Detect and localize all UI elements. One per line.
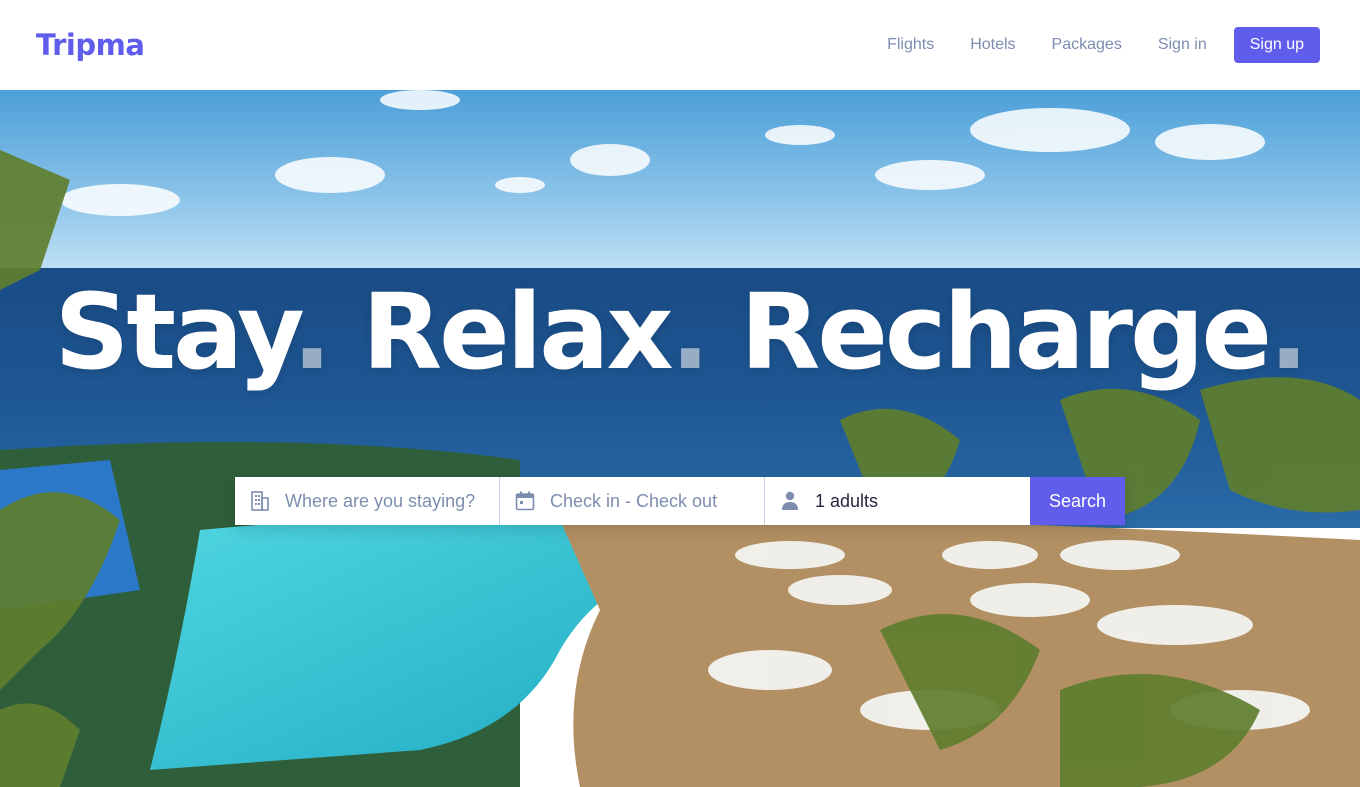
site-header: Tripma Flights Hotels Packages Sign in S… [0, 0, 1360, 90]
dates-input[interactable] [550, 490, 750, 512]
guests-field[interactable]: 1 adults [765, 477, 1030, 525]
calendar-icon [514, 490, 536, 512]
headline-dot: . [670, 271, 710, 393]
hero-headline: Stay. Relax. Recharge. [0, 280, 1360, 384]
nav-signin[interactable]: Sign in [1158, 36, 1207, 54]
headline-word-recharge: Recharge [740, 271, 1272, 393]
dates-field[interactable] [500, 477, 765, 525]
logo[interactable]: Tripma [36, 28, 145, 62]
nav-packages[interactable]: Packages [1052, 36, 1122, 54]
hero-background-image [0, 90, 1360, 787]
nav-flights[interactable]: Flights [887, 36, 934, 54]
signup-button[interactable]: Sign up [1233, 27, 1320, 63]
destination-field[interactable] [235, 477, 500, 525]
hero-section: Stay. Relax. Recharge. Where are you sta… [0, 90, 1360, 787]
person-icon [779, 490, 801, 512]
nav-hotels[interactable]: Hotels [970, 36, 1015, 54]
destination-input[interactable] [285, 490, 485, 512]
headline-dot: . [292, 271, 331, 393]
headline-dot: . [1269, 271, 1308, 393]
guests-value: 1 adults [815, 490, 879, 511]
search-button[interactable]: Search [1030, 477, 1125, 525]
headline-word-relax: Relax [362, 271, 674, 393]
headline-word-stay: Stay [54, 271, 295, 393]
main-nav: Flights Hotels Packages Sign in Sign up [851, 27, 1320, 63]
hotel-search-bar: 1 adults Search [235, 477, 1125, 525]
building-icon [249, 490, 271, 512]
